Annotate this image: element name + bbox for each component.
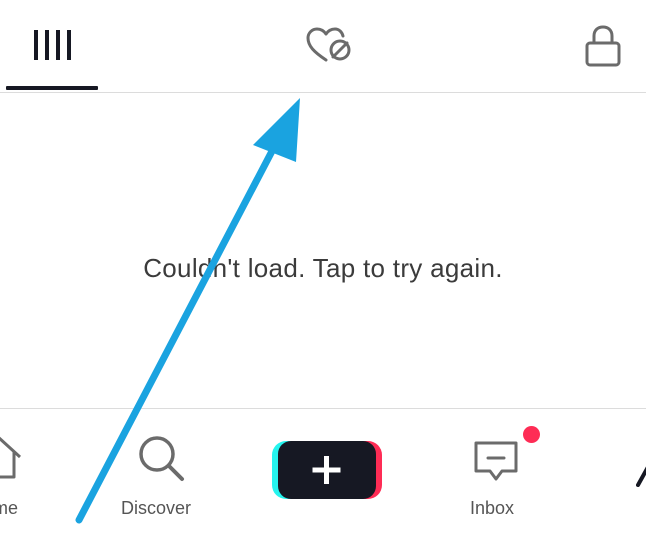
nav-inbox-label: Inbox [470, 498, 515, 518]
profile-tab-bar [0, 0, 646, 93]
inbox-notification-badge [523, 426, 540, 443]
tab-content-area[interactable]: Couldn't load. Tap to try again. [0, 93, 646, 408]
home-icon [0, 436, 22, 479]
nav-home[interactable]: me [0, 409, 60, 548]
tab-liked-videos[interactable] [282, 0, 378, 92]
profile-icon [636, 466, 646, 487]
bottom-navigation: me Discover Inbox [0, 408, 646, 548]
inbox-icon [474, 441, 518, 481]
active-tab-indicator [6, 86, 98, 90]
search-icon [139, 436, 184, 481]
nav-discover-label: Discover [121, 498, 192, 518]
tab-private-videos[interactable] [560, 0, 646, 92]
lock-icon [585, 25, 621, 67]
tab-videos[interactable] [4, 0, 98, 92]
nav-home-label: me [0, 498, 19, 518]
create-video-button[interactable] [270, 409, 390, 548]
nav-discover[interactable]: Discover [110, 409, 216, 548]
create-button-shape [272, 441, 382, 499]
grid-bars-icon [34, 30, 71, 60]
nav-profile[interactable] [630, 409, 646, 548]
hidden-heart-icon [306, 27, 351, 62]
load-error-message[interactable]: Couldn't load. Tap to try again. [0, 253, 646, 284]
